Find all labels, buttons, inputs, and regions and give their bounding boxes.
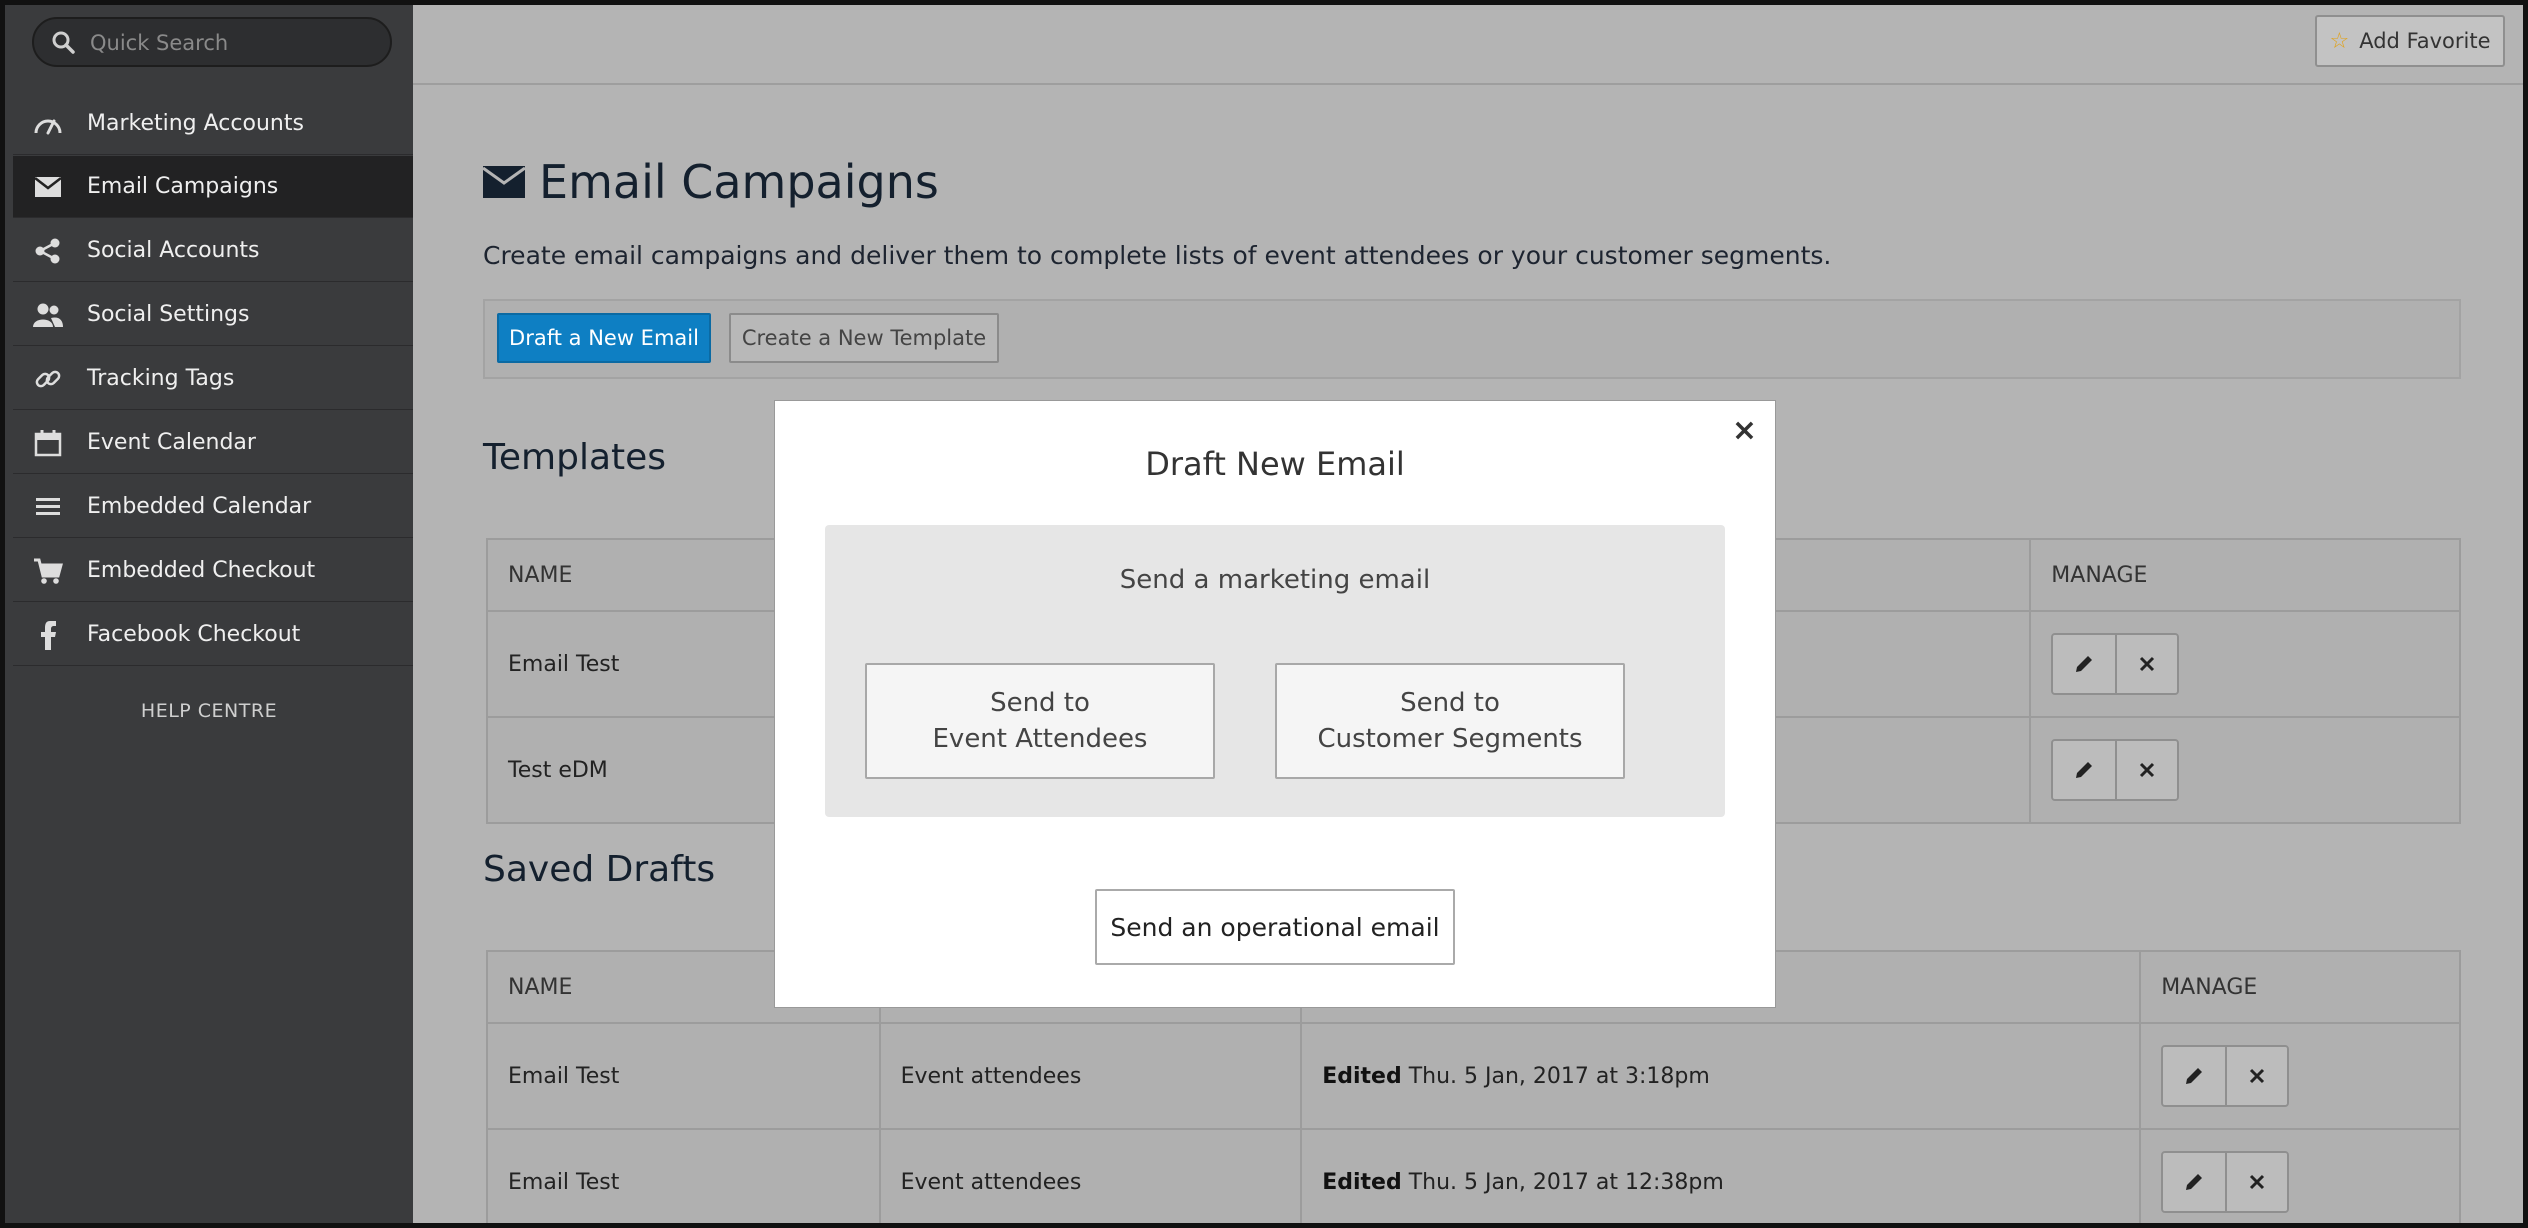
sidebar-item-label: Embedded Calendar — [87, 494, 312, 519]
sidebar-item-event-calendar[interactable]: Event Calendar — [13, 412, 413, 474]
templates-title: Templates — [483, 437, 667, 478]
column-header-manage: MANAGE — [2139, 950, 2461, 1024]
edited-label: Edited — [1322, 1063, 1402, 1089]
delete-button[interactable] — [2115, 741, 2178, 799]
draft-edited: Edited Thu. 5 Jan, 2017 at 12:38pm — [1300, 1128, 2142, 1223]
edit-button[interactable] — [2053, 741, 2116, 799]
search-icon — [52, 31, 75, 54]
close-icon — [2140, 656, 2155, 672]
close-icon — [2250, 1068, 2265, 1084]
sidebar-item-label: Email Campaigns — [87, 174, 279, 199]
close-icon[interactable]: × — [1732, 413, 1757, 448]
manage-buttons — [2161, 1151, 2290, 1213]
cart-icon — [31, 554, 65, 588]
create-new-template-button[interactable]: Create a New Template — [729, 313, 999, 363]
top-bar: ☆ Add Favorite — [413, 5, 2523, 85]
draft-new-email-button[interactable]: Draft a New Email — [497, 313, 711, 363]
app-window: Marketing Accounts Email Campaigns Socia… — [0, 0, 2528, 1228]
send-to-event-attendees-button[interactable]: Send to Event Attendees — [865, 663, 1215, 779]
draft-new-email-dialog: × Draft New Email Send a marketing email… — [775, 401, 1775, 1007]
help-centre-link[interactable]: HELP CENTRE — [5, 700, 413, 722]
sidebar-item-social-settings[interactable]: Social Settings — [13, 284, 413, 346]
manage-cell — [2139, 1128, 2461, 1223]
quick-search[interactable] — [32, 17, 392, 67]
envelope-icon — [31, 170, 65, 204]
edit-button[interactable] — [2053, 635, 2116, 693]
draft-name: Email Test — [486, 1128, 881, 1223]
close-icon — [2140, 762, 2155, 778]
delete-button[interactable] — [2225, 1047, 2288, 1105]
edited-label: Edited — [1322, 1169, 1402, 1195]
dialog-title: Draft New Email — [1145, 445, 1405, 483]
button-label-line1: Send to — [990, 688, 1090, 718]
button-label-line2: Customer Segments — [1317, 724, 1583, 754]
draft-audience: Event attendees — [878, 1022, 1303, 1130]
list-icon — [31, 490, 65, 524]
page-subtitle: Create email campaigns and deliver them … — [483, 241, 1832, 270]
edited-date: Thu. 5 Jan, 2017 at 3:18pm — [1408, 1063, 1710, 1089]
draft-name: Email Test — [486, 1022, 881, 1130]
delete-button[interactable] — [2115, 635, 2178, 693]
edit-button[interactable] — [2163, 1153, 2226, 1211]
sidebar-item-label: Social Accounts — [87, 238, 260, 263]
draft-audience: Event attendees — [878, 1128, 1303, 1223]
sidebar-item-marketing-accounts[interactable]: Marketing Accounts — [13, 93, 413, 155]
star-icon: ☆ — [2329, 28, 2350, 54]
sidebar: Marketing Accounts Email Campaigns Socia… — [5, 5, 413, 1223]
button-label-line2: Event Attendees — [932, 724, 1148, 754]
link-icon — [31, 362, 65, 396]
edit-button[interactable] — [2163, 1047, 2226, 1105]
users-icon — [31, 298, 65, 332]
marketing-email-title: Send a marketing email — [1119, 565, 1431, 595]
pencil-icon — [2076, 762, 2093, 778]
sidebar-item-label: Social Settings — [87, 302, 250, 327]
manage-cell — [2029, 610, 2461, 718]
sidebar-item-tracking-tags[interactable]: Tracking Tags — [13, 348, 413, 410]
send-to-customer-segments-button[interactable]: Send to Customer Segments — [1275, 663, 1625, 779]
sidebar-item-email-campaigns[interactable]: Email Campaigns — [13, 156, 413, 218]
column-header-manage: MANAGE — [2029, 538, 2461, 612]
table-row: Email Test Event attendees Edited Thu. 5… — [486, 1022, 2461, 1130]
sidebar-item-label: Facebook Checkout — [87, 622, 301, 647]
sidebar-item-facebook-checkout[interactable]: Facebook Checkout — [13, 604, 413, 666]
sidebar-item-label: Embedded Checkout — [87, 558, 316, 583]
sidebar-item-embedded-calendar[interactable]: Embedded Calendar — [13, 476, 413, 538]
search-input[interactable] — [90, 27, 370, 59]
add-favorite-button[interactable]: ☆ Add Favorite — [2315, 15, 2505, 67]
envelope-icon — [483, 166, 525, 198]
send-operational-email-button[interactable]: Send an operational email — [1095, 889, 1455, 965]
sidebar-item-embedded-checkout[interactable]: Embedded Checkout — [13, 540, 413, 602]
manage-buttons — [2051, 633, 2180, 695]
calendar-icon — [31, 426, 65, 460]
draft-edited: Edited Thu. 5 Jan, 2017 at 3:18pm — [1300, 1022, 2142, 1130]
manage-cell — [2139, 1022, 2461, 1130]
sidebar-item-label: Marketing Accounts — [87, 111, 304, 136]
manage-buttons — [2051, 739, 2180, 801]
pencil-icon — [2186, 1174, 2203, 1190]
sidebar-item-social-accounts[interactable]: Social Accounts — [13, 220, 413, 282]
share-icon — [31, 234, 65, 268]
table-row: Email Test Event attendees Edited Thu. 5… — [486, 1128, 2461, 1223]
edited-date: Thu. 5 Jan, 2017 at 12:38pm — [1408, 1169, 1724, 1195]
pencil-icon — [2076, 656, 2093, 672]
speedometer-icon — [31, 107, 65, 141]
saved-drafts-title: Saved Drafts — [483, 849, 716, 890]
sidebar-item-label: Event Calendar — [87, 430, 256, 455]
page-header: Email Campaigns — [483, 155, 939, 209]
marketing-email-panel: Send a marketing email Send to Event Att… — [825, 525, 1725, 817]
add-favorite-label: Add Favorite — [2359, 29, 2491, 53]
close-icon — [2250, 1174, 2265, 1190]
button-label-line1: Send to — [1400, 688, 1500, 718]
pencil-icon — [2186, 1068, 2203, 1084]
page-title: Email Campaigns — [539, 155, 939, 209]
action-bar: Draft a New Email Create a New Template — [483, 299, 2461, 379]
facebook-icon — [31, 618, 65, 652]
sidebar-item-label: Tracking Tags — [87, 366, 235, 391]
manage-cell — [2029, 716, 2461, 824]
manage-buttons — [2161, 1045, 2290, 1107]
delete-button[interactable] — [2225, 1153, 2288, 1211]
